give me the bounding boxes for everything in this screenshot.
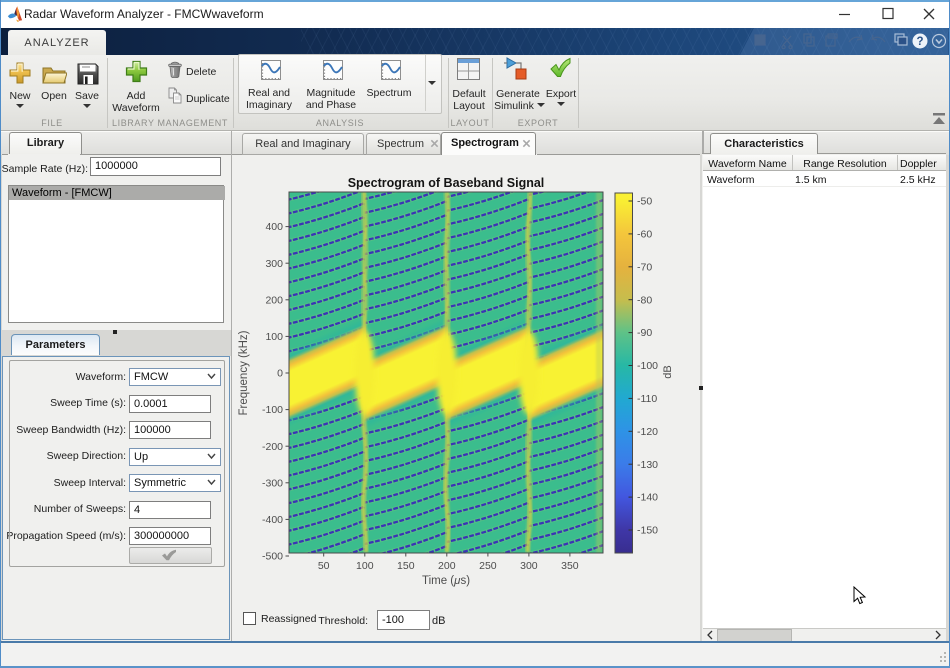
svg-text:-90: -90 xyxy=(637,327,652,339)
svg-text:200: 200 xyxy=(438,560,456,572)
svg-text:Time (μs): Time (μs) xyxy=(422,575,470,587)
svg-text:-110: -110 xyxy=(637,393,657,405)
svg-text:-200: -200 xyxy=(262,441,283,453)
svg-text:250: 250 xyxy=(479,560,497,572)
svg-text:-60: -60 xyxy=(637,229,652,241)
svg-text:-130: -130 xyxy=(637,459,658,471)
svg-text:-120: -120 xyxy=(637,426,658,438)
svg-text:-50: -50 xyxy=(637,196,652,208)
svg-text:150: 150 xyxy=(397,560,415,572)
svg-text:-150: -150 xyxy=(637,525,658,537)
svg-text:-140: -140 xyxy=(637,492,658,504)
svg-text:100: 100 xyxy=(265,331,283,343)
svg-text:200: 200 xyxy=(265,294,283,306)
svg-text:Spectrogram of Baseband Signal: Spectrogram of Baseband Signal xyxy=(348,176,545,190)
svg-text:-500: -500 xyxy=(262,551,283,563)
svg-text:50: 50 xyxy=(318,560,330,572)
svg-text:300: 300 xyxy=(520,560,538,572)
svg-text:-300: -300 xyxy=(262,477,283,489)
svg-text:-70: -70 xyxy=(637,261,652,273)
svg-text:Frequency (kHz): Frequency (kHz) xyxy=(238,330,250,415)
svg-text:-100: -100 xyxy=(637,360,658,372)
svg-text:300: 300 xyxy=(265,258,283,270)
svg-text:400: 400 xyxy=(265,221,283,233)
svg-text:100: 100 xyxy=(356,560,374,572)
svg-text:dB: dB xyxy=(662,365,674,378)
svg-text:350: 350 xyxy=(561,560,579,572)
svg-text:?: ? xyxy=(916,36,923,48)
svg-text:-100: -100 xyxy=(262,404,283,416)
svg-text:0: 0 xyxy=(277,368,283,380)
svg-text:-400: -400 xyxy=(262,514,283,526)
svg-text:-80: -80 xyxy=(637,294,652,306)
